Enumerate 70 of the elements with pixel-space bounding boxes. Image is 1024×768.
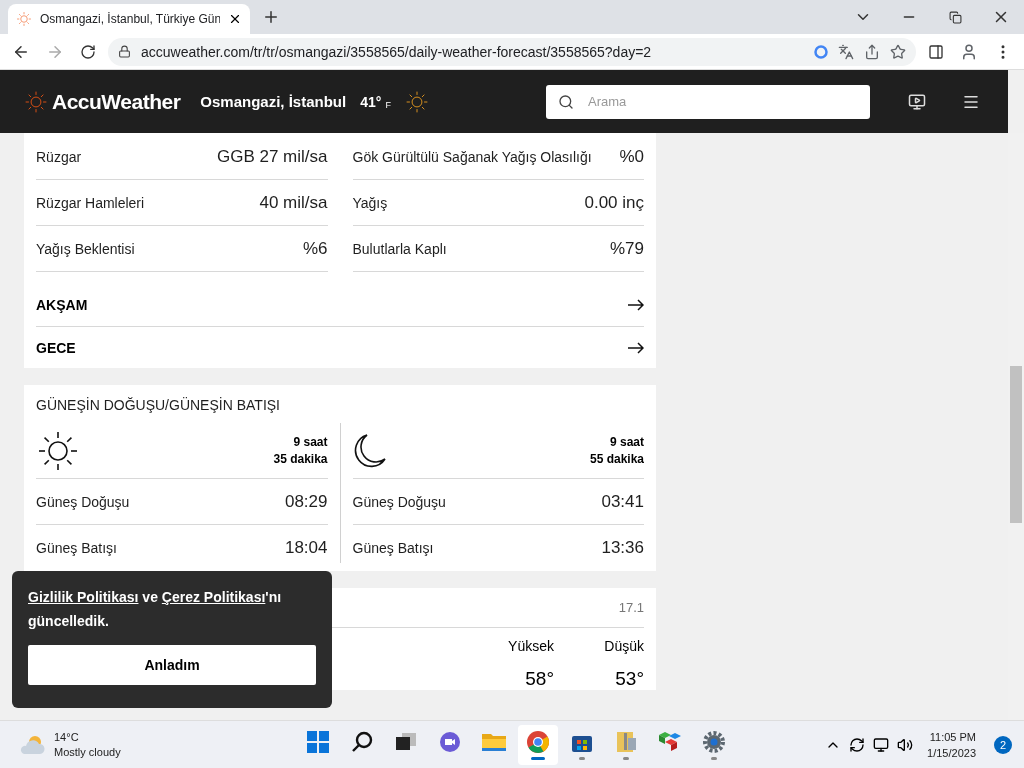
logo-sun-icon [24, 89, 48, 114]
windows-start-icon[interactable] [306, 729, 330, 754]
time-label: Güneş Batışı [36, 540, 117, 556]
cubes-icon[interactable] [657, 729, 683, 754]
clock[interactable]: 11:05 PM 1/15/2023 [927, 728, 976, 761]
arrow-right-icon [628, 341, 644, 354]
network-icon[interactable] [873, 736, 890, 753]
detail-label: Rüzgar Hamleleri [36, 194, 145, 211]
detail-value: GGB 27 mil/sa [216, 146, 328, 167]
translate-icon[interactable] [838, 43, 854, 60]
moon-icon [352, 432, 387, 469]
browser-tab[interactable]: Osmangazi, İstanbul, Türkiye Gün [8, 4, 250, 34]
video-chat-icon[interactable] [438, 729, 462, 754]
lock-icon [118, 45, 131, 58]
detail-value: 0.00 inç [584, 192, 644, 213]
share-icon[interactable] [864, 43, 880, 60]
sunny-icon [404, 89, 429, 114]
card-title: GÜNEŞİN DOĞUŞU/GÜNEŞİN BATIŞI [36, 396, 281, 415]
volume-icon[interactable] [897, 736, 914, 753]
time-label: Güneş Doğuşu [36, 493, 130, 510]
column-header: Düşük [603, 638, 644, 654]
detail-label: Rüzgar [36, 148, 82, 165]
column-header: Yüksek [507, 638, 554, 654]
browser-icon[interactable] [526, 729, 550, 754]
temperature-value: 58° [524, 668, 554, 690]
notification-badge[interactable]: 2 [994, 735, 1012, 754]
detail-label: Yağış [352, 194, 388, 211]
temperature-unit: F [385, 99, 391, 110]
time-value: 03:41 [601, 491, 644, 512]
restore-icon[interactable] [948, 10, 962, 24]
detail-value: %6 [302, 238, 328, 259]
settings-icon[interactable] [702, 729, 726, 754]
weather-condition: Mostly cloudy [54, 744, 121, 760]
detail-label: Yağış Beklentisi [36, 240, 135, 257]
time-label: Güneş Doğuşu [352, 493, 446, 510]
detail-label: Bulutlarla Kaplı [352, 240, 447, 257]
search-icon[interactable] [350, 729, 374, 754]
close-tab-icon[interactable] [228, 12, 242, 26]
duration-text: 9 saat 55 dakika [589, 433, 644, 468]
history-date: 17.1 [618, 600, 644, 615]
accept-button[interactable]: Anladım [28, 645, 316, 685]
duration-text: 9 saat 35 dakika [273, 433, 328, 468]
time-value: 18:04 [284, 538, 328, 558]
arrow-right-icon [628, 299, 644, 311]
weather-temperature: 14°C [54, 729, 80, 745]
url-text: accuweather.com/tr/tr/osmangazi/3558565/daily-weather-forecast/3558565?day=2 [141, 43, 653, 60]
archive-icon[interactable] [614, 729, 638, 754]
cookie-message: Gizlilik Politikası ve Çerez Politikası'nı güncelledik. [28, 588, 283, 631]
site-logo[interactable]: AccuWeather [52, 89, 181, 114]
temperature-value: 53° [614, 668, 644, 690]
detail-value: %0 [619, 146, 644, 167]
google-logo-icon[interactable] [814, 44, 828, 59]
site-favicon-icon [16, 11, 32, 27]
bookmark-star-icon[interactable] [890, 43, 906, 60]
sync-icon[interactable] [849, 736, 866, 753]
detail-value: %79 [609, 238, 644, 259]
address-bar[interactable]: accuweather.com/tr/tr/osmangazi/3558565/daily-weather-forecast/3558565?day=2 [108, 37, 916, 66]
search-field[interactable]: Arama [546, 84, 870, 119]
cookie-policy-link[interactable]: Çerez Politikası [161, 589, 266, 605]
section-link[interactable]: AKŞAM [36, 284, 644, 326]
time-label: Güneş Batışı [352, 540, 434, 556]
location-name[interactable]: Osmangazi, İstanbul [200, 93, 347, 110]
privacy-policy-link[interactable]: Gizlilik Politikası [28, 589, 139, 605]
detail-label: Gök Gürültülü Sağanak Yağış Olasılığı [352, 148, 592, 165]
section-link[interactable]: GECE [36, 326, 644, 368]
time-value: 08:29 [284, 491, 328, 512]
tab-title: Osmangazi, İstanbul, Türkiye Gün [40, 12, 220, 26]
detail-value: 40 mil/sa [259, 192, 328, 213]
current-temperature: 41° [360, 93, 382, 110]
time-value: 13:36 [601, 538, 644, 558]
